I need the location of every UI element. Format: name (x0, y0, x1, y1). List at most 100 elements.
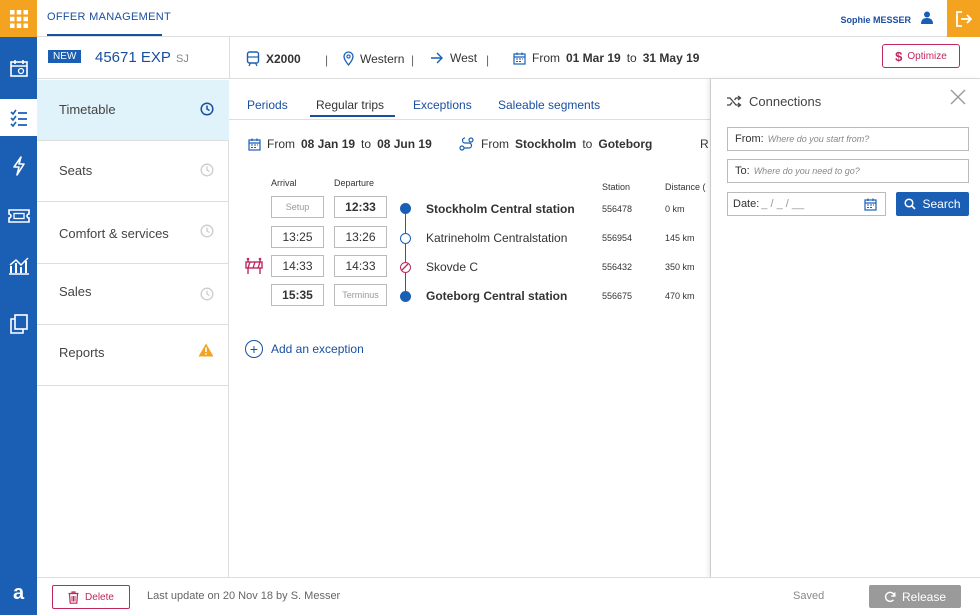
arrival-field[interactable]: 14:33 (271, 255, 324, 277)
calendar-icon (248, 138, 261, 151)
arrival-field[interactable]: Setup (271, 196, 324, 218)
new-badge: NEW (48, 50, 82, 63)
rail-documents[interactable] (0, 305, 37, 342)
connection-to-field[interactable]: To: Where do you need to go? (727, 159, 969, 183)
search-label: Search (922, 197, 961, 211)
departure-field[interactable]: 12:33 (334, 196, 387, 218)
nav-item-reports[interactable]: Reports (37, 325, 229, 386)
departure-field[interactable]: Terminus (334, 284, 387, 306)
analytics-icon (8, 256, 29, 275)
logout-icon (955, 10, 972, 27)
grid-icon (9, 9, 28, 28)
nav-item-label: Sales (59, 284, 92, 299)
route-icon (459, 137, 474, 151)
nav-item-sales[interactable]: Sales (37, 264, 229, 325)
direction: West (430, 51, 477, 65)
dollar-icon: $ (895, 48, 903, 64)
tabs-divider (229, 119, 711, 120)
nav-item-seats[interactable]: Seats (37, 141, 229, 202)
add-exception-button[interactable]: + Add an exception (245, 340, 364, 358)
warning-icon (198, 343, 214, 357)
stop-distance: 470 km (665, 291, 695, 301)
trip-date-from: 08 Jan 19 (301, 137, 356, 151)
stop-marker-terminus (400, 291, 411, 302)
trash-icon (68, 590, 79, 604)
add-exception-label: Add an exception (271, 342, 364, 356)
stop-marker-intermediate (400, 233, 411, 244)
arrow-right-icon (431, 52, 443, 64)
top-bar: OFFER MANAGEMENT Sophie MESSER (0, 0, 980, 37)
stop-marker-cancelled (400, 262, 411, 273)
user-name[interactable]: Sophie MESSER (840, 15, 911, 25)
release-button[interactable]: Release (869, 585, 961, 608)
rail-tickets[interactable] (0, 197, 37, 234)
rail-analytics[interactable] (0, 247, 37, 284)
connection-from-field[interactable]: From: Where do you start from? (727, 127, 969, 151)
delete-label: Delete (85, 591, 114, 603)
release-label: Release (901, 589, 947, 604)
stop-marker-origin (400, 203, 411, 214)
nav-item-comfort-services[interactable]: Comfort & services (37, 202, 229, 264)
search-button[interactable]: Search (896, 192, 969, 216)
train-operator: SJ (176, 53, 189, 65)
calendar-icon (9, 59, 28, 77)
last-update-text: Last update on 20 Nov 18 by S. Messer (147, 590, 341, 602)
footer-bar: Delete Last update on 20 Nov 18 by S. Me… (37, 577, 980, 615)
search-icon (904, 198, 917, 210)
user-icon[interactable] (921, 11, 933, 24)
roadblock-icon[interactable] (245, 257, 263, 275)
stop-distance: 350 km (665, 262, 695, 272)
stop-name: Skovde C (426, 260, 479, 274)
route-line (405, 209, 406, 297)
clock-icon (200, 224, 214, 238)
stop-code: 556432 (602, 262, 633, 272)
period-from: 01 Mar 19 (566, 51, 621, 65)
route-to-word: to (582, 137, 593, 151)
tab-saleable-segments[interactable]: Saleable segments (498, 98, 600, 112)
nav-item-timetable[interactable]: Timetable (37, 80, 229, 141)
location-pin-icon (343, 51, 354, 66)
app-grid-button[interactable] (0, 0, 37, 37)
nav-item-label: Reports (59, 345, 105, 360)
route-suffix-truncated: R (700, 137, 709, 151)
region-label: Western (360, 51, 405, 66)
delete-button[interactable]: Delete (52, 585, 130, 609)
optimize-label: Optimize (907, 50, 947, 62)
save-status: Saved (793, 590, 825, 602)
route-from-word: From (481, 137, 509, 151)
optimize-button[interactable]: $ Optimize (882, 44, 960, 68)
date-label: Date: (733, 198, 760, 210)
header-separator: | (325, 53, 329, 67)
cancel-stop-icon (401, 263, 409, 271)
trip-date-range: From 08 Jan 19 to 08 Jun 19 (248, 137, 432, 151)
left-rail: a (0, 37, 37, 615)
tab-regular-trips[interactable]: Regular trips (316, 98, 384, 112)
departure-field[interactable]: 14:33 (334, 255, 387, 277)
arrival-field[interactable]: 13:25 (271, 226, 324, 248)
rail-checklist[interactable] (0, 99, 37, 136)
stop-code: 556954 (602, 233, 633, 243)
tab-periods[interactable]: Periods (247, 98, 288, 112)
trip-route: From Stockholm to Goteborg (459, 137, 652, 151)
rail-calendar[interactable] (0, 49, 37, 86)
tab-exceptions[interactable]: Exceptions (413, 98, 472, 112)
connection-date-field[interactable]: Date: _ / _ / __ (727, 192, 886, 216)
region: Western (343, 51, 404, 66)
direction-label: West (450, 51, 478, 65)
route-destination: Goteborg (598, 137, 653, 151)
clock-icon (200, 163, 214, 177)
stop-code: 556675 (602, 291, 633, 301)
logout-button[interactable] (947, 0, 980, 37)
nav-item-label: Timetable (59, 102, 116, 117)
col-distance: Distance ( (665, 182, 706, 192)
clock-icon (200, 287, 214, 301)
train-id: 45671 EXP (95, 49, 171, 66)
header-divider (229, 37, 230, 79)
connections-title: Connections (749, 94, 822, 109)
rail-energy[interactable] (0, 147, 37, 184)
calendar-icon[interactable] (864, 198, 877, 211)
close-icon[interactable] (950, 89, 966, 105)
stop-name: Katrineholm Centralstation (426, 231, 568, 245)
arrival-field[interactable]: 15:35 (271, 284, 324, 306)
departure-field[interactable]: 13:26 (334, 226, 387, 248)
